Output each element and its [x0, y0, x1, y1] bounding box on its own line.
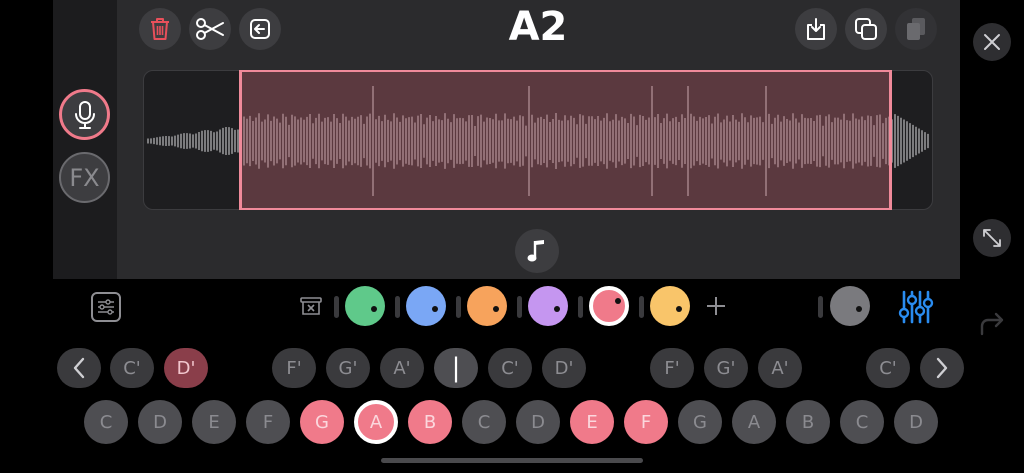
- redo-button[interactable]: [976, 310, 1006, 340]
- note-key[interactable]: D: [894, 400, 938, 444]
- chord-pad[interactable]: G': [704, 348, 748, 388]
- redo-icon: [980, 312, 1004, 336]
- master-knob[interactable]: [830, 286, 870, 326]
- chord-prev-button[interactable]: [57, 348, 101, 388]
- paste-button[interactable]: [895, 8, 937, 50]
- chord-pad[interactable]: C': [866, 348, 910, 388]
- note-key[interactable]: A: [732, 400, 776, 444]
- download-icon: [807, 18, 825, 40]
- knob-grip: [517, 296, 522, 318]
- export-button[interactable]: [795, 8, 837, 50]
- knob-indicator: [856, 306, 862, 312]
- cut-button[interactable]: [189, 8, 231, 50]
- note-key[interactable]: G: [300, 400, 344, 444]
- note-key[interactable]: B: [786, 400, 830, 444]
- fx-button[interactable]: FX: [59, 152, 110, 203]
- chord-pad[interactable]: F': [650, 348, 694, 388]
- expand-button[interactable]: [973, 219, 1011, 257]
- plus-icon: [707, 297, 725, 315]
- knob-grip: [334, 296, 339, 318]
- knob-grip: [639, 296, 644, 318]
- note-key[interactable]: G: [678, 400, 722, 444]
- knob-grip: [818, 296, 823, 318]
- close-button[interactable]: [973, 23, 1011, 61]
- knob-grip: [456, 296, 461, 318]
- chevron-left-icon: [73, 357, 85, 379]
- knob-indicator: [493, 306, 499, 312]
- note-key[interactable]: D: [138, 400, 182, 444]
- selection-region[interactable]: [239, 70, 892, 210]
- knob-blue[interactable]: [406, 286, 446, 326]
- knob-indicator: [432, 306, 438, 312]
- mixer-icon: [898, 290, 934, 324]
- preview-note-button[interactable]: [515, 229, 559, 273]
- knob-indicator: [554, 306, 560, 312]
- note-key[interactable]: A: [354, 400, 398, 444]
- note-key[interactable]: E: [570, 400, 614, 444]
- knob-indicator: [615, 298, 621, 304]
- chord-pad[interactable]: C': [110, 348, 154, 388]
- chord-pad[interactable]: D': [542, 348, 586, 388]
- knob-grip: [578, 296, 583, 318]
- chord-pad[interactable]: C': [488, 348, 532, 388]
- mixer-button[interactable]: [898, 289, 934, 325]
- knob-pink[interactable]: [589, 286, 629, 326]
- home-indicator: [381, 458, 643, 463]
- chord-pad[interactable]: D': [164, 348, 208, 388]
- chord-pad[interactable]: A': [758, 348, 802, 388]
- trash-icon: [151, 18, 169, 40]
- chord-pad[interactable]: F': [272, 348, 316, 388]
- clear-button[interactable]: [300, 296, 322, 316]
- note-key[interactable]: D: [516, 400, 560, 444]
- settings-button[interactable]: [91, 292, 121, 322]
- copy-icon: [855, 18, 877, 40]
- back-arrow-icon: [250, 19, 270, 39]
- knob-purple[interactable]: [528, 286, 568, 326]
- note-key[interactable]: C: [462, 400, 506, 444]
- record-button[interactable]: [59, 89, 110, 140]
- scissors-icon: [196, 18, 224, 40]
- delete-button[interactable]: [139, 8, 181, 50]
- microphone-icon: [74, 100, 95, 129]
- knob-indicator: [676, 306, 682, 312]
- note-key[interactable]: B: [408, 400, 452, 444]
- chord-pad[interactable]: G': [326, 348, 370, 388]
- chevron-right-icon: [936, 357, 948, 379]
- settings-sliders-icon: [98, 299, 114, 315]
- note-key[interactable]: F: [246, 400, 290, 444]
- clear-icon: [300, 297, 322, 315]
- page-title: A2: [508, 4, 568, 50]
- add-button[interactable]: [705, 295, 727, 317]
- knob-green[interactable]: [345, 286, 385, 326]
- note-key[interactable]: E: [192, 400, 236, 444]
- knob-indicator: [371, 306, 377, 312]
- fx-icon: FX: [69, 163, 100, 192]
- knob-yellow[interactable]: [650, 286, 690, 326]
- note-key[interactable]: C: [840, 400, 884, 444]
- chord-pad[interactable]: A': [380, 348, 424, 388]
- expand-icon: [983, 229, 1001, 247]
- chord-next-button[interactable]: [920, 348, 964, 388]
- close-icon: [984, 34, 1000, 50]
- back-button[interactable]: [239, 8, 281, 50]
- note-key[interactable]: C: [84, 400, 128, 444]
- paste-icon: [907, 18, 925, 40]
- chord-divider-pad[interactable]: |: [434, 348, 478, 388]
- note-key[interactable]: F: [624, 400, 668, 444]
- music-note-icon: [527, 240, 544, 262]
- copy-button[interactable]: [845, 8, 887, 50]
- knob-orange[interactable]: [467, 286, 507, 326]
- knob-grip: [395, 296, 400, 318]
